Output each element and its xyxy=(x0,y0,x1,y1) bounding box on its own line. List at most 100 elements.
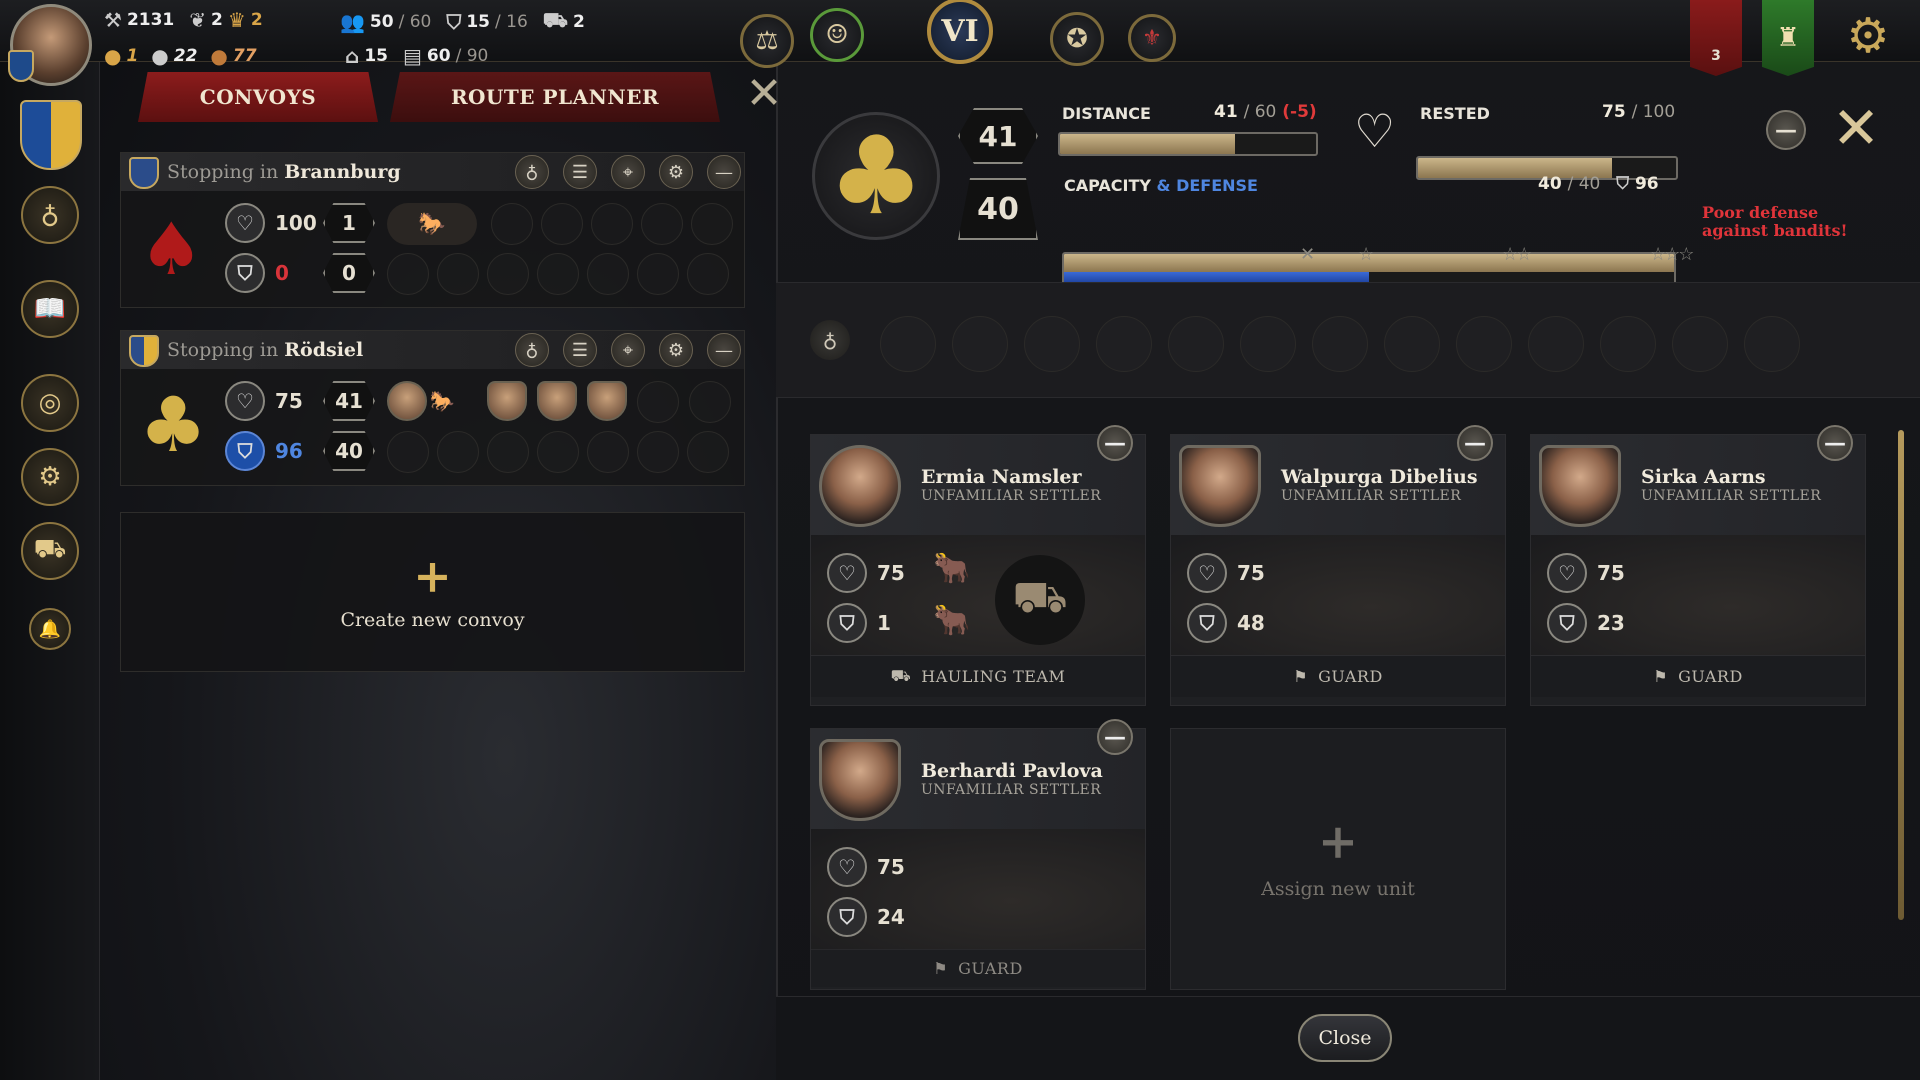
unit-portrait[interactable] xyxy=(587,381,627,421)
shield-icon: ⛉ xyxy=(225,431,265,471)
heart-icon: ♡ xyxy=(1547,553,1587,593)
plus-icon: + xyxy=(413,549,452,603)
unit-card-body: ♡ 75 ⛉ 23 xyxy=(1531,535,1865,655)
fleur-de-lis-icon[interactable]: ⚜ xyxy=(1128,14,1176,62)
cart-icon: ⛟ xyxy=(890,666,912,685)
lantern-icon[interactable]: ♜ xyxy=(1762,0,1814,76)
silver-coin-icon: ● xyxy=(151,44,169,68)
unit-card-header: Ermia Namsler UNFAMILIAR SETTLER — xyxy=(811,425,1145,535)
convoy-settings-button[interactable]: ⚙ xyxy=(659,155,693,189)
settings-gear-icon[interactable]: ⚙ xyxy=(1838,6,1898,66)
heart-icon: ♡ xyxy=(827,553,867,593)
plus-icon: + xyxy=(1317,814,1359,870)
capacity-hex: 41 xyxy=(323,381,375,421)
justice-scales-icon[interactable]: ⚖ xyxy=(740,14,794,68)
crown-coin-icon: ♛ xyxy=(227,8,246,32)
convoy-suit-club-icon: ♣ xyxy=(812,112,940,240)
cargo-sack-button[interactable]: ♁ xyxy=(515,155,549,189)
remove-unit-button[interactable]: — xyxy=(1097,425,1133,461)
convoy-defense: ⛉ 0 xyxy=(225,253,289,293)
defense-warning-text: Poor defense against bandits! xyxy=(1702,203,1848,240)
book-icon[interactable]: 📖 xyxy=(21,280,79,338)
vertical-scrollbar[interactable] xyxy=(1898,430,1904,920)
capacity-value: 40 / 40 ⛉ 96 xyxy=(1538,174,1659,194)
route-sign-button[interactable]: ☰ xyxy=(563,333,597,367)
cargo-sack-button[interactable]: ♁ xyxy=(515,333,549,367)
remove-unit-button[interactable]: — xyxy=(1817,425,1853,461)
sack-icon[interactable]: ♁ xyxy=(21,186,79,244)
unit-job: ⛟ HAULING TEAM xyxy=(811,655,1145,697)
unit-card-2[interactable]: Walpurga Dibelius UNFAMILIAR SETTLER — ♡ 7… xyxy=(1170,425,1506,706)
shield-small-icon: ⛉ xyxy=(1616,174,1630,194)
notification-banner[interactable]: 3 xyxy=(1690,0,1742,76)
laurel-icon: ❦ xyxy=(189,8,207,32)
collapse-button[interactable]: — xyxy=(707,333,741,367)
route-sign-button[interactable]: ☰ xyxy=(563,155,597,189)
era-emblem[interactable]: VI xyxy=(895,0,1025,64)
unit-card-header: Sirka Aarns UNFAMILIAR SETTLER — xyxy=(1531,425,1865,535)
convoy-health: ♡ 75 xyxy=(225,381,303,421)
convoy-card-2[interactable]: Stopping in Rödsiel ♁ ☰ ⌖ ⚙ — ♣ ♡ 75 ⛉ 96 4… xyxy=(120,330,745,486)
bell-icon[interactable]: 🔔 xyxy=(29,608,71,650)
copper-coin-icon: ● xyxy=(210,44,228,68)
threshold-x-icon: ✕ xyxy=(1300,244,1316,265)
storage-icon: ▤ xyxy=(403,44,422,68)
heart-outline-icon: ♡ xyxy=(1354,104,1396,158)
unit-portrait[interactable] xyxy=(537,381,577,421)
heart-icon: ♡ xyxy=(1187,553,1227,593)
ox-icon: 🐂 xyxy=(933,551,971,586)
convoy-settings-button[interactable]: ⚙ xyxy=(659,333,693,367)
unit-card-header: Berhardi Pavlova UNFAMILIAR SETTLER — xyxy=(811,719,1145,829)
remove-unit-button[interactable]: — xyxy=(1097,719,1133,755)
town-shield-icon[interactable] xyxy=(20,100,82,170)
convoy-health: ♡ 100 xyxy=(225,203,317,243)
close-detail-icon[interactable]: ✕ xyxy=(1826,98,1886,158)
shield-icon: ⛉ xyxy=(225,253,265,293)
convoy-card-1[interactable]: Stopping in Brannburg ♁ ☰ ⌖ ⚙ — ♠ ♡ 100 ⛉ 0… xyxy=(120,152,745,308)
close-button[interactable]: Close xyxy=(1298,1014,1392,1062)
collapse-button[interactable]: — xyxy=(707,155,741,189)
rested-value: 75 / 100 xyxy=(1602,102,1676,122)
population-icon[interactable]: ☺ xyxy=(810,8,864,62)
tab-convoys[interactable]: CONVOYS xyxy=(138,72,378,122)
tab-route-planner[interactable]: ROUTE PLANNER xyxy=(390,72,720,122)
guild-icon[interactable]: ✪ xyxy=(1050,12,1104,66)
coin-icon[interactable]: ◎ xyxy=(21,374,79,432)
location-pin-button[interactable]: ⌖ xyxy=(611,333,645,367)
faction-badge-icon xyxy=(8,50,34,82)
unit-card-3[interactable]: Sirka Aarns UNFAMILIAR SETTLER — ♡ 75 ⛉ 23 … xyxy=(1530,425,1866,706)
capacity-hex-2: 40 xyxy=(323,431,375,471)
distance-label: DISTANCE xyxy=(1062,104,1151,123)
horse-cart-icon: 🐎 xyxy=(387,203,477,245)
resource-row-2: ● 1 ● 22 ● 77 xyxy=(104,44,257,68)
hammer-icon: ⚒ xyxy=(104,8,122,32)
unit-job: ⚑ GUARD xyxy=(811,949,1145,987)
unit-job: ⚑ GUARD xyxy=(1531,655,1865,697)
remove-unit-button[interactable]: — xyxy=(1457,425,1493,461)
shield-coin-icon: ⛉ xyxy=(446,9,462,34)
unit-card-4[interactable]: Berhardi Pavlova UNFAMILIAR SETTLER — ♡ 75… xyxy=(810,719,1146,990)
close-list-icon[interactable]: ✕ xyxy=(742,72,786,116)
unit-portrait[interactable] xyxy=(487,381,527,421)
location-pin-button[interactable]: ⌖ xyxy=(611,155,645,189)
unit-job: ⚑ GUARD xyxy=(1171,655,1505,697)
people-icon: 👥 xyxy=(340,9,365,34)
unit-card-header: Walpurga Dibelius UNFAMILIAR SETTLER — xyxy=(1171,425,1505,535)
shield-icon: ⛉ xyxy=(1187,603,1227,643)
assign-unit-button[interactable]: + Assign new unit xyxy=(1170,728,1506,990)
unit-portrait xyxy=(819,445,901,527)
gear-building-icon[interactable]: ⚙ xyxy=(21,448,79,506)
resource-row-1: ⚒ 2131 ❦ 2 ♛ 2 xyxy=(104,8,263,32)
flag-icon: ⚑ xyxy=(933,959,949,978)
unit-portrait xyxy=(819,739,901,821)
unit-card-1[interactable]: Ermia Namsler UNFAMILIAR SETTLER — ♡ 75 ⛉ 1… xyxy=(810,425,1146,706)
minimize-button[interactable]: — xyxy=(1766,110,1806,150)
capacity-bottom-badge: 40 xyxy=(958,178,1038,240)
unit-card-body: ♡ 75 ⛉ 24 xyxy=(811,829,1145,949)
suit-club-icon: ♣ xyxy=(139,380,208,469)
threshold-one-star-icon: ☆ xyxy=(1358,244,1375,265)
cart-icon: ⛟ xyxy=(542,8,568,32)
create-convoy-button[interactable]: + Create new convoy xyxy=(120,512,745,672)
convoy-cart-icon[interactable]: ⛟ xyxy=(21,522,79,580)
distance-bar xyxy=(1058,132,1318,156)
